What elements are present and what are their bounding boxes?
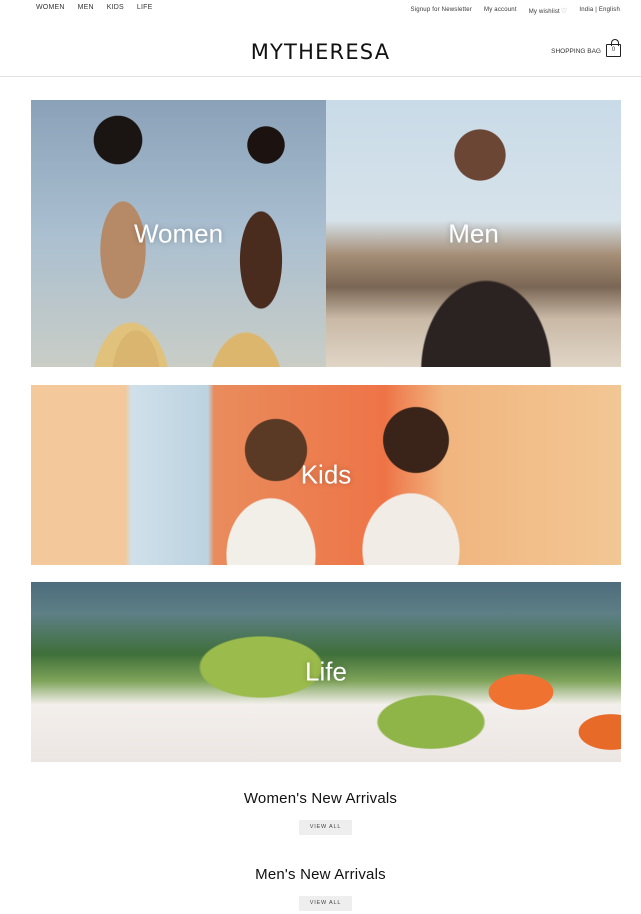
mens-new-arrivals-title: Men's New Arrivals bbox=[255, 866, 386, 883]
bag-count: 0 bbox=[611, 47, 616, 53]
wishlist-link[interactable]: My wishlist♡ bbox=[529, 7, 568, 15]
tile-women[interactable]: Women bbox=[31, 100, 326, 367]
top-bar: WOMEN MEN KIDS LIFE Signup for Newslette… bbox=[0, 0, 641, 18]
nav-men[interactable]: MEN bbox=[78, 4, 94, 11]
shopping-bag-label: SHOPPING BAG bbox=[551, 48, 601, 55]
tile-kids[interactable]: Kids bbox=[31, 385, 621, 565]
womens-view-all-button[interactable]: VIEW ALL bbox=[299, 820, 352, 835]
locale-selector[interactable]: India | English bbox=[579, 7, 620, 15]
tile-men-label: Men bbox=[448, 218, 499, 248]
account-link[interactable]: My account bbox=[484, 7, 517, 15]
site-logo[interactable]: MYTHERESA bbox=[0, 40, 641, 64]
tile-kids-label: Kids bbox=[300, 459, 352, 490]
utility-links: Signup for Newsletter My account My wish… bbox=[410, 7, 620, 15]
mens-view-all-button[interactable]: VIEW ALL bbox=[299, 896, 352, 911]
shopping-bag-button[interactable]: SHOPPING BAG 0 bbox=[551, 39, 621, 57]
header-divider bbox=[0, 76, 641, 77]
heart-icon: ♡ bbox=[560, 8, 568, 15]
newsletter-link[interactable]: Signup for Newsletter bbox=[410, 7, 472, 15]
tile-life-label: Life bbox=[305, 656, 347, 687]
top-navigation: WOMEN MEN KIDS LIFE bbox=[36, 4, 153, 11]
tile-women-label: Women bbox=[133, 218, 224, 248]
nav-life[interactable]: LIFE bbox=[137, 4, 153, 11]
tile-life[interactable]: Life bbox=[31, 582, 621, 762]
nav-kids[interactable]: KIDS bbox=[107, 4, 124, 11]
nav-women[interactable]: WOMEN bbox=[36, 4, 65, 11]
shopping-bag-icon: 0 bbox=[606, 39, 621, 57]
wishlist-label: My wishlist bbox=[528, 9, 560, 15]
womens-new-arrivals-title: Women's New Arrivals bbox=[243, 790, 398, 807]
tile-men[interactable]: Men bbox=[326, 100, 621, 367]
